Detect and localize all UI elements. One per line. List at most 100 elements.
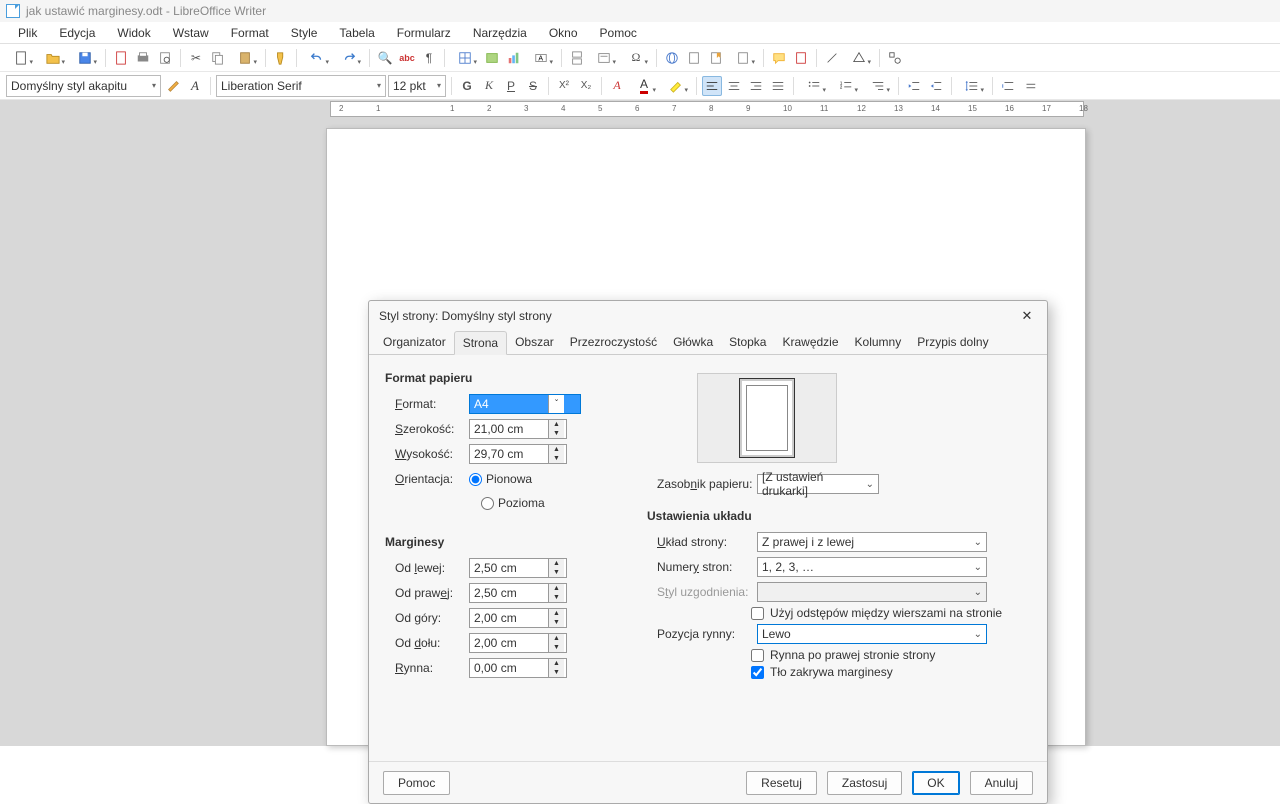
menu-formularz[interactable]: Formularz: [387, 24, 461, 42]
new-doc-button[interactable]: [6, 48, 36, 68]
menu-widok[interactable]: Widok: [107, 24, 160, 42]
menu-tabela[interactable]: Tabela: [329, 24, 384, 42]
font-color-button[interactable]: A: [629, 76, 659, 96]
track-changes-button[interactable]: [791, 48, 811, 68]
align-right-button[interactable]: [746, 76, 766, 96]
cross-ref-button[interactable]: [728, 48, 758, 68]
bullet-list-button[interactable]: [799, 76, 829, 96]
page-num-combo[interactable]: 1, 2, 3, …: [757, 557, 987, 577]
reset-button[interactable]: Resetuj: [746, 771, 817, 795]
ok-button[interactable]: OK: [912, 771, 959, 795]
tab-przypis[interactable]: Przypis dolny: [909, 331, 996, 354]
undo-button[interactable]: [302, 48, 332, 68]
save-button[interactable]: [70, 48, 100, 68]
margin-bottom-input[interactable]: [470, 634, 548, 652]
margin-right-input[interactable]: [470, 584, 548, 602]
tray-combo[interactable]: [Z ustawień drukarki]: [757, 474, 879, 494]
clear-format-button[interactable]: A: [607, 76, 627, 96]
underline-button[interactable]: P: [501, 76, 521, 96]
update-style-button[interactable]: [163, 76, 183, 96]
dec-para-space-button[interactable]: [1020, 76, 1040, 96]
pagebreak-button[interactable]: [567, 48, 587, 68]
width-input[interactable]: [470, 420, 548, 438]
bg-covers-checkbox[interactable]: [751, 666, 764, 679]
tab-stopka[interactable]: Stopka: [721, 331, 774, 354]
align-center-button[interactable]: [724, 76, 744, 96]
bookmark-button[interactable]: [706, 48, 726, 68]
margin-bottom-spinner[interactable]: ▲▼: [469, 633, 567, 653]
new-style-button[interactable]: A: [185, 76, 205, 96]
format-combo[interactable]: ⌄: [469, 394, 581, 414]
spellcheck-button[interactable]: abc: [397, 48, 417, 68]
apply-button[interactable]: Zastosuj: [827, 771, 902, 795]
line-spacing-button[interactable]: [957, 76, 987, 96]
menu-plik[interactable]: Plik: [8, 24, 47, 42]
textbox-button[interactable]: A: [526, 48, 556, 68]
portrait-radio[interactable]: [469, 473, 482, 486]
bold-button[interactable]: G: [457, 76, 477, 96]
help-button[interactable]: Pomoc: [383, 771, 450, 795]
page-layout-combo[interactable]: Z prawej i z lewej: [757, 532, 987, 552]
menu-style[interactable]: Style: [281, 24, 328, 42]
inc-indent-button[interactable]: [904, 76, 924, 96]
margin-left-spinner[interactable]: ▲▼: [469, 558, 567, 578]
margin-right-spinner[interactable]: ▲▼: [469, 583, 567, 603]
table-button[interactable]: [450, 48, 480, 68]
margin-top-spinner[interactable]: ▲▼: [469, 608, 567, 628]
export-pdf-button[interactable]: [111, 48, 131, 68]
menu-edycja[interactable]: Edycja: [49, 24, 105, 42]
number-list-button[interactable]: 12: [831, 76, 861, 96]
height-input[interactable]: [470, 445, 548, 463]
hyperlink-button[interactable]: [662, 48, 682, 68]
margin-left-input[interactable]: [470, 559, 548, 577]
tab-przezroczystosc[interactable]: Przezroczystość: [562, 331, 665, 354]
close-button[interactable]: ✕: [1017, 306, 1037, 326]
horizontal-ruler[interactable]: 21123456789101112131415161718: [330, 101, 1084, 117]
print-button[interactable]: [133, 48, 153, 68]
menu-format[interactable]: Format: [221, 24, 279, 42]
outline-button[interactable]: [863, 76, 893, 96]
tab-strona[interactable]: Strona: [454, 331, 507, 355]
tab-krawedzie[interactable]: Krawędzie: [774, 331, 846, 354]
print-preview-button[interactable]: [155, 48, 175, 68]
superscript-button[interactable]: X²: [554, 76, 574, 96]
subscript-button[interactable]: X₂: [576, 76, 596, 96]
landscape-radio[interactable]: [481, 497, 494, 510]
highlight-button[interactable]: [661, 76, 691, 96]
margin-top-input[interactable]: [470, 609, 548, 627]
tab-glowka[interactable]: Główka: [665, 331, 721, 354]
format-value[interactable]: [470, 395, 548, 413]
use-spacing-checkbox[interactable]: [751, 607, 764, 620]
copy-button[interactable]: [208, 48, 228, 68]
nonprinting-button[interactable]: ¶: [419, 48, 439, 68]
menu-okno[interactable]: Okno: [539, 24, 588, 42]
tab-organizator[interactable]: Organizator: [375, 331, 454, 354]
inc-para-space-button[interactable]: [998, 76, 1018, 96]
width-spinner[interactable]: ▲▼: [469, 419, 567, 439]
shapes-button[interactable]: [844, 48, 874, 68]
align-left-button[interactable]: [702, 76, 722, 96]
dec-indent-button[interactable]: [926, 76, 946, 96]
font-combo[interactable]: Liberation Serif: [216, 75, 386, 97]
menu-pomoc[interactable]: Pomoc: [590, 24, 647, 42]
gutter-spinner[interactable]: ▲▼: [469, 658, 567, 678]
gutter-input[interactable]: [470, 659, 548, 677]
find-button[interactable]: 🔍: [375, 48, 395, 68]
height-spinner[interactable]: ▲▼: [469, 444, 567, 464]
open-button[interactable]: [38, 48, 68, 68]
italic-button[interactable]: K: [479, 76, 499, 96]
gutterpos-combo[interactable]: Lewo: [757, 624, 987, 644]
field-button[interactable]: [589, 48, 619, 68]
clone-format-button[interactable]: [271, 48, 291, 68]
footnote-button[interactable]: [684, 48, 704, 68]
chart-button[interactable]: [504, 48, 524, 68]
strike-button[interactable]: S: [523, 76, 543, 96]
gutter-right-checkbox[interactable]: [751, 649, 764, 662]
redo-button[interactable]: [334, 48, 364, 68]
paste-button[interactable]: [230, 48, 260, 68]
align-justify-button[interactable]: [768, 76, 788, 96]
menu-wstaw[interactable]: Wstaw: [163, 24, 219, 42]
menu-narzedzia[interactable]: Narzędzia: [463, 24, 537, 42]
special-char-button[interactable]: Ω: [621, 48, 651, 68]
tab-kolumny[interactable]: Kolumny: [847, 331, 910, 354]
